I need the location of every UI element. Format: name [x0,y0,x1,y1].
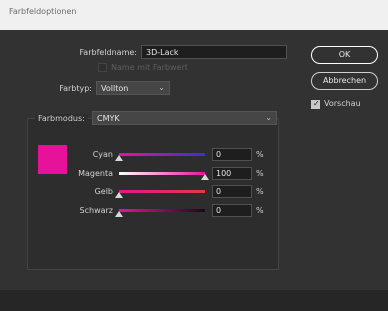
channel-label-schwarz: Schwarz [79,206,113,215]
color-mode-label: Farbmodus: [35,114,88,123]
ok-button[interactable]: OK [311,46,378,64]
channel-value-schwarz[interactable]: 0 [212,204,252,217]
color-type-select[interactable]: Vollton ⌄ [96,81,170,95]
color-type-label: Farbtyp: [59,84,92,93]
percent-unit: % [256,150,264,159]
name-with-value-label: Name mit Farbwert [111,63,188,72]
swatch-name-label: Farbfeldname: [79,48,137,57]
preview-checkbox[interactable]: ✓ [311,99,320,109]
channel-label-cyan: Cyan [92,150,113,159]
preview-label: Vorschau [324,99,361,108]
channel-slider-gelb[interactable] [119,190,205,193]
channel-value-gelb[interactable]: 0 [212,185,252,198]
color-mode-value: CMYK [97,114,120,123]
color-mode-select[interactable]: CMYK ⌄ [92,111,277,125]
channel-label-gelb: Gelb [94,187,113,196]
swatch-name-input[interactable]: 3D-Lack [141,45,287,59]
percent-unit: % [256,206,264,215]
name-with-value-checkbox[interactable] [98,63,107,72]
slider-thumb[interactable] [115,211,123,217]
cancel-button[interactable]: Abbrechen [311,72,378,90]
channel-slider-magenta[interactable] [119,172,205,175]
chevron-down-icon: ⌄ [265,113,272,122]
chevron-down-icon: ⌄ [158,83,165,92]
channel-value-magenta[interactable]: 100 [212,167,252,180]
channel-slider-schwarz[interactable] [119,209,205,212]
slider-thumb[interactable] [201,174,209,180]
color-type-value: Vollton [101,84,129,93]
window-title: Farbfeldoptionen [9,7,77,16]
slider-thumb[interactable] [115,192,123,198]
percent-unit: % [256,169,264,178]
percent-unit: % [256,187,264,196]
dialog-footer [0,290,388,311]
title-bar: Farbfeldoptionen [0,0,388,30]
channel-value-cyan[interactable]: 0 [212,148,252,161]
channel-slider-cyan[interactable] [119,153,205,156]
checkmark-icon: ✓ [313,99,320,108]
slider-thumb[interactable] [115,155,123,161]
channel-label-magenta: Magenta [78,169,113,178]
